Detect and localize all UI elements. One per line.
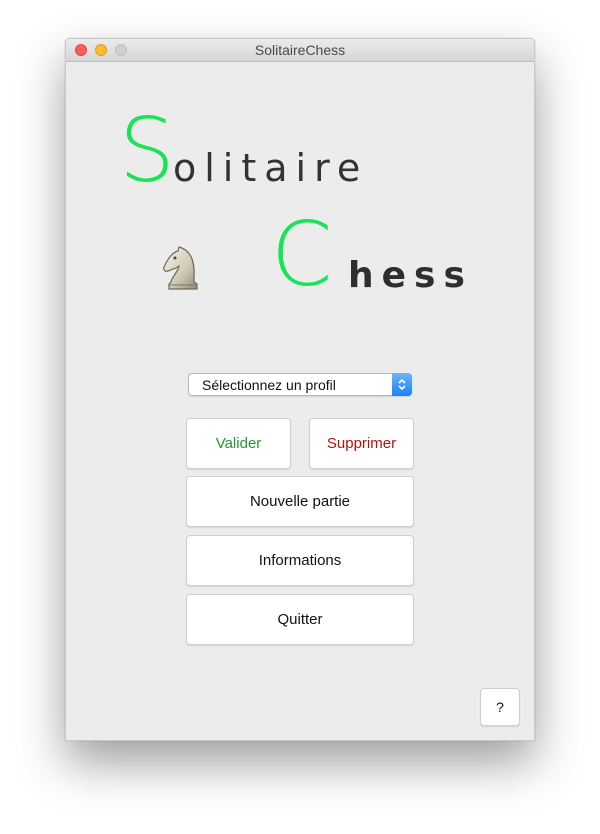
app-window: SolitaireChess S olitaire C hess Sélecti… xyxy=(65,38,535,741)
logo-letter-s: S xyxy=(119,99,175,202)
window-title: SolitaireChess xyxy=(254,42,346,58)
logo-letter-c: C xyxy=(271,203,333,306)
help-button[interactable]: ? xyxy=(480,688,520,726)
select-arrows-icon[interactable] xyxy=(392,373,412,396)
title-bar[interactable]: SolitaireChess xyxy=(66,39,534,62)
logo-word-hess: hess xyxy=(348,255,473,296)
logo-word-olitaire: olitaire xyxy=(173,146,369,190)
new-game-button[interactable]: Nouvelle partie xyxy=(186,476,414,527)
profile-select[interactable]: Sélectionnez un profil xyxy=(188,373,412,396)
information-button[interactable]: Informations xyxy=(186,535,414,586)
quit-button[interactable]: Quitter xyxy=(186,594,414,645)
profile-select-value: Sélectionnez un profil xyxy=(202,377,336,393)
chess-knight-icon xyxy=(163,246,198,290)
validate-button[interactable]: Valider xyxy=(186,418,291,469)
delete-button[interactable]: Supprimer xyxy=(309,418,414,469)
